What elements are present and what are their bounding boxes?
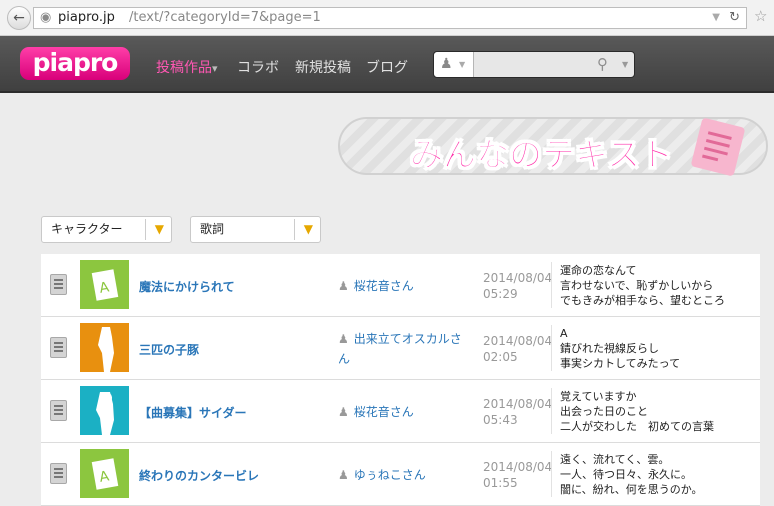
work-title[interactable]: 三匹の子豚 [139,341,199,358]
work-thumbnail[interactable] [80,323,129,372]
work-excerpt: 遠く、流れてく、雲。 一人、待つ日々、永久に。 闇に、紛れ、何を思うのか。 [560,453,703,496]
work-date: 2014/08/04 05:43 [483,397,553,427]
work-excerpt: A 錆びれた視線反らし 事実シカトしてみたって [560,327,681,370]
globe-icon: ◉ [40,10,52,25]
work-row[interactable]: A 魔法にかけられて ♟ 桜花音さん 2014/08/04 05:29 運命の恋なん… [41,254,760,317]
work-thumbnail[interactable]: A [80,260,129,309]
text-icon [50,400,67,421]
work-date: 2014/08/04 05:29 [483,271,553,301]
work-author[interactable]: ♟ ゆぅねこさん [338,465,468,485]
search-options-arrow-icon[interactable]: ▼ [622,60,628,69]
work-date: 2014/08/04 01:55 [483,460,553,490]
bookmark-star-icon[interactable]: ☆ [754,7,767,25]
work-author[interactable]: ♟ 桜花音さん [338,276,468,296]
chevron-down-icon: ▼ [459,60,466,69]
chevron-down-icon: ▼ [303,222,313,236]
work-excerpt: 覚えていますか 出会った日のこと 二人が交わした 初めての言葉 [560,390,714,433]
category-select[interactable]: キャラクター ▼ [41,216,172,243]
category-select-value: キャラクター [51,222,123,236]
url-host: piapro.jp [58,10,115,25]
url-path: /text/?categoryId=7&page=1 [129,10,321,25]
user-select[interactable]: ♟ ▼ [434,52,474,77]
type-select[interactable]: 歌詞 ▼ [190,216,321,243]
user-icon: ♟ [338,279,349,293]
back-button[interactable]: ← [7,6,31,30]
nav-blog[interactable]: ブログ [366,57,408,77]
search-input[interactable] [476,54,594,75]
text-document-icon [690,117,746,177]
site-header: piapro 投稿作品▾ コラボ 新規投稿 ブログ ♟ ▼ ⚲ ▼ [0,36,774,93]
work-thumbnail[interactable]: A [80,449,129,498]
nav-works[interactable]: 投稿作品▾ [156,57,218,77]
work-author[interactable]: ♟ 出来立てオスカルさん [338,329,468,369]
work-row[interactable]: A 終わりのカンタービレ ♟ ゆぅねこさん 2014/08/04 01:55 遠く、… [41,443,760,506]
work-title[interactable]: 終わりのカンタービレ [139,467,259,484]
work-thumbnail[interactable] [80,386,129,435]
user-icon: ♟ [338,332,349,346]
work-title[interactable]: 魔法にかけられて [139,278,235,295]
user-icon: ♟ [440,56,453,72]
type-select-value: 歌詞 [200,222,225,236]
work-date: 2014/08/04 02:05 [483,334,553,364]
work-author[interactable]: ♟ 桜花音さん [338,402,468,422]
user-icon: ♟ [338,468,349,482]
user-icon: ♟ [338,405,349,419]
nav-collab[interactable]: コラボ [237,57,279,77]
address-bar[interactable]: ◉ piapro.jp /text/?categoryId=7&page=1 ▼… [33,7,747,29]
work-title[interactable]: 【曲募集】サイダー [139,404,247,421]
work-row[interactable]: 【曲募集】サイダー ♟ 桜花音さん 2014/08/04 05:43 覚えていますか… [41,380,760,443]
work-excerpt: 運命の恋なんて 言わせないで、恥ずかしいから でもきみが相手なら、望むところ [560,264,725,307]
piapro-logo[interactable]: piapro [20,47,130,80]
text-icon [50,274,67,295]
nav-new-post[interactable]: 新規投稿 [295,57,351,77]
dropdown-arrow-icon[interactable]: ▼ [712,8,720,28]
page-banner: みんなのテキスト [338,117,768,177]
chevron-down-icon: ▼ [154,222,164,236]
reload-icon[interactable]: ↻ [729,8,740,28]
page-title: みんなのテキスト [409,135,674,175]
search-box: ♟ ▼ ⚲ ▼ [433,51,635,78]
text-icon [50,463,67,484]
text-icon [50,337,67,358]
browser-toolbar: ← ◉ piapro.jp /text/?categoryId=7&page=1… [0,0,774,36]
search-icon[interactable]: ⚲ [597,55,608,73]
work-row[interactable]: 三匹の子豚 ♟ 出来立てオスカルさん 2014/08/04 02:05 A 錆びれた視… [41,317,760,380]
